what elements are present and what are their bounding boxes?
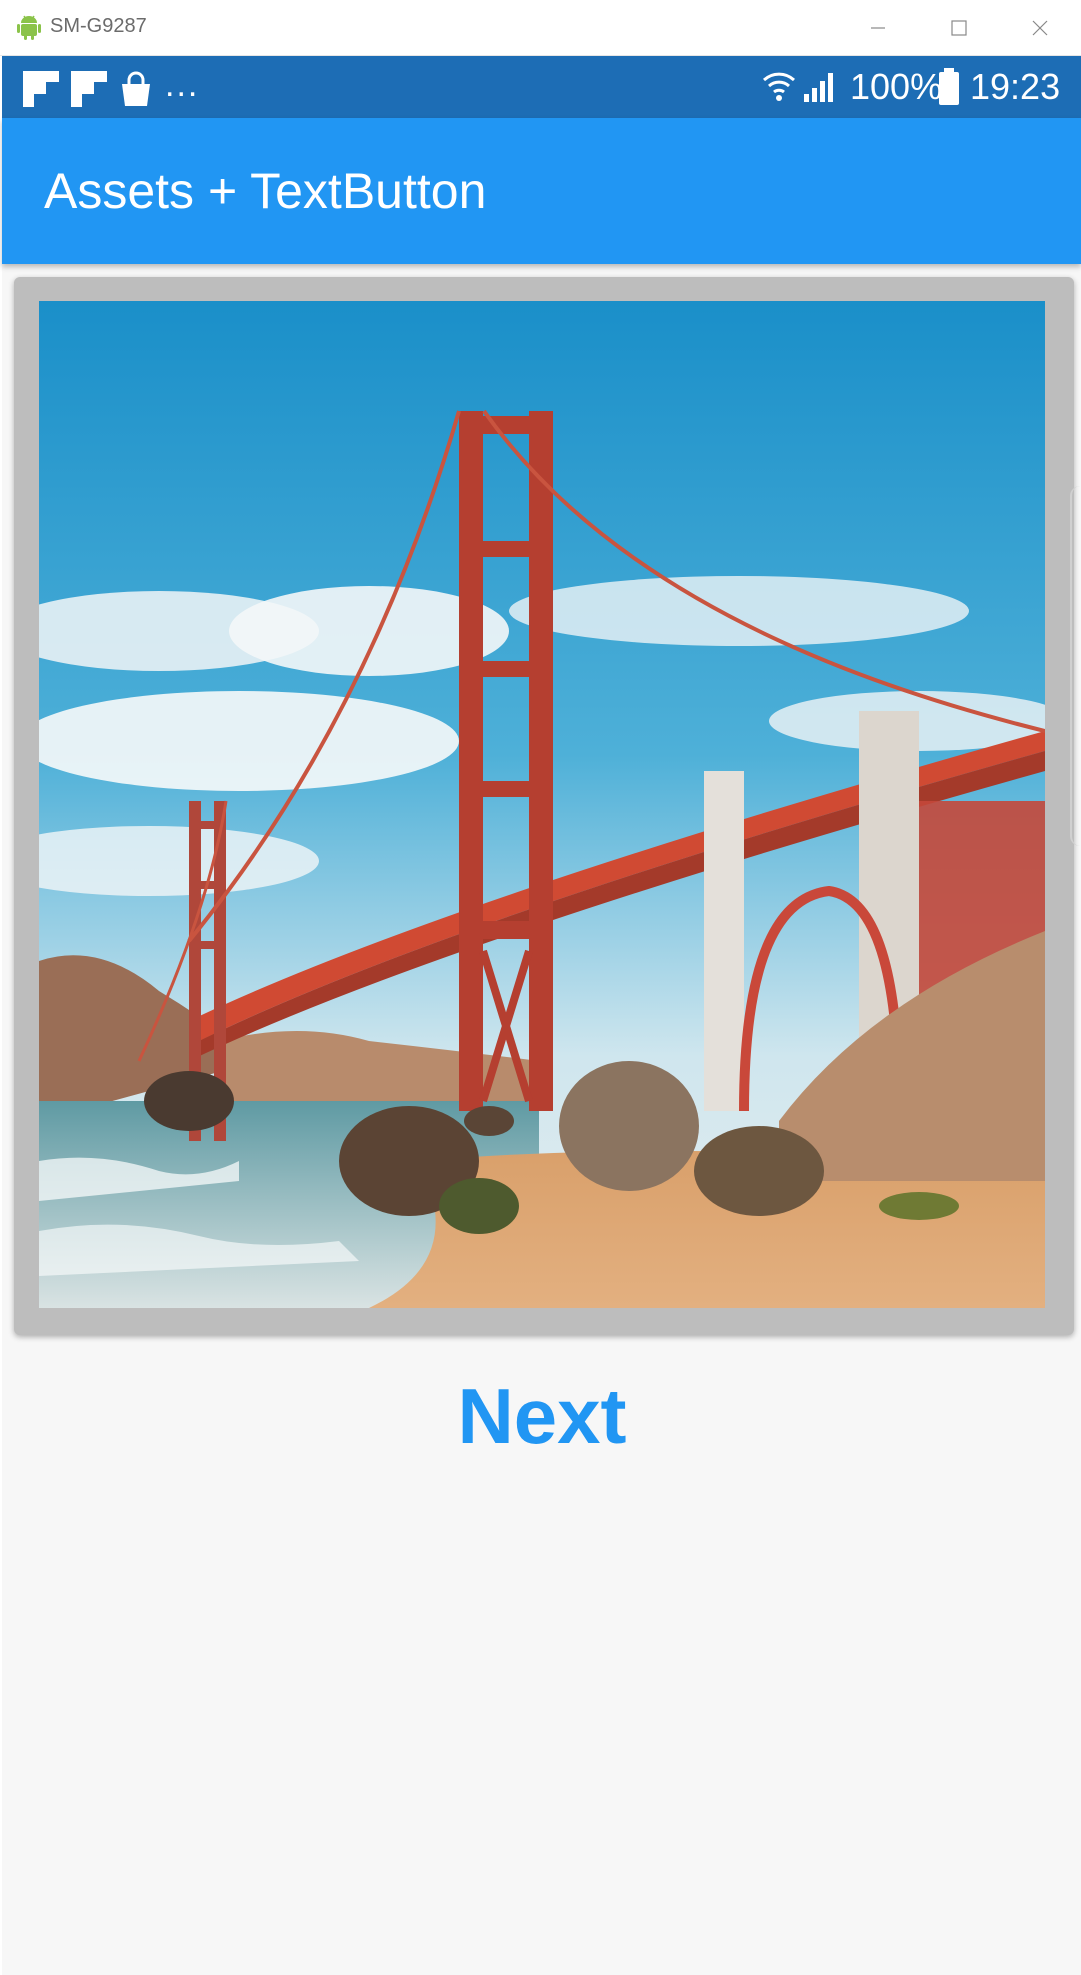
- next-button[interactable]: Next: [382, 1356, 702, 1476]
- golden-gate-photo: [39, 301, 1045, 1308]
- edge-handle[interactable]: [1070, 486, 1081, 846]
- status-bar: ... 100% 19:23: [2, 56, 1081, 118]
- page-title: Assets + TextButton: [44, 163, 487, 219]
- shopping-bag-icon: [122, 71, 150, 106]
- close-icon[interactable]: [1017, 12, 1063, 44]
- flipboard-icon: [71, 71, 107, 107]
- window-titlebar: SM-G9287: [0, 0, 1081, 56]
- app-bar: Assets + TextButton: [2, 118, 1081, 264]
- notification-overflow: ...: [165, 66, 200, 104]
- minimize-icon[interactable]: [855, 12, 901, 44]
- image-card: [14, 277, 1074, 1335]
- wifi-icon: [762, 72, 796, 101]
- window-title: SM-G9287: [50, 15, 147, 37]
- battery-icon: [939, 68, 959, 105]
- battery-percent: 100%: [850, 66, 943, 107]
- golden-gate-illustration: [39, 301, 1045, 1308]
- status-clock: 19:23: [970, 66, 1061, 107]
- maximize-icon[interactable]: [935, 12, 981, 44]
- phone-screen: ... 100% 19:23 Assets + TextButton Next: [2, 56, 1081, 1975]
- flipboard-icon: [23, 71, 59, 107]
- android-icon: [17, 15, 41, 40]
- signal-icon: [804, 73, 833, 102]
